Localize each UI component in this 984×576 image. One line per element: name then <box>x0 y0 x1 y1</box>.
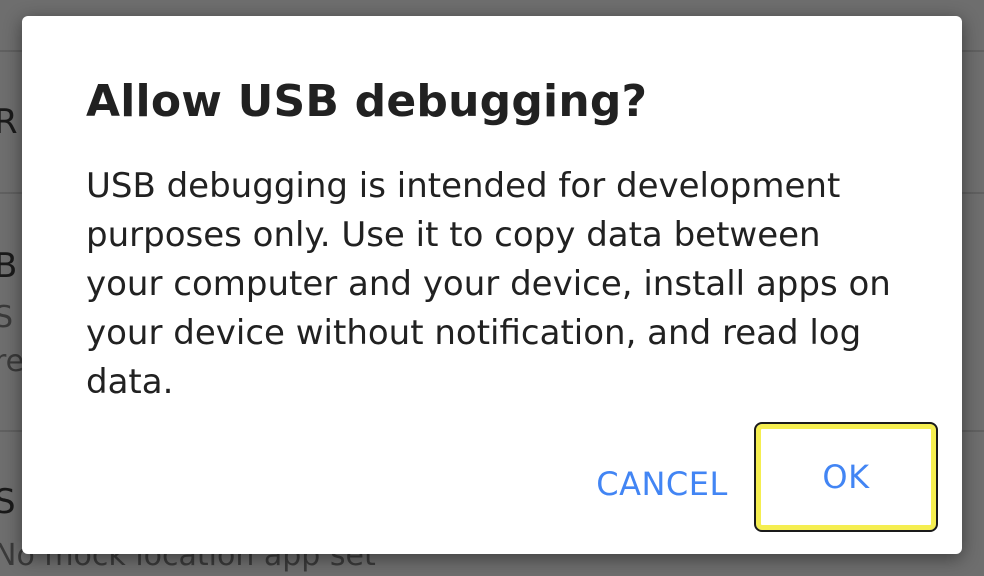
ok-button[interactable]: OK <box>754 422 938 532</box>
screen: R B S re S No mock location app set Allo… <box>0 0 984 576</box>
settings-row-title: S <box>0 482 16 522</box>
settings-row-title: R <box>0 102 18 142</box>
dialog-message: USB debugging is intended for developmen… <box>86 166 891 402</box>
cancel-button[interactable]: CANCEL <box>582 456 742 512</box>
settings-row-subtitle: S <box>0 300 14 335</box>
usb-debugging-dialog: Allow USB debugging? USB debugging is in… <box>22 16 962 554</box>
settings-row-title: B <box>0 246 18 286</box>
dialog-title: Allow USB debugging? <box>86 76 648 127</box>
settings-row-subtitle: re <box>0 344 25 379</box>
